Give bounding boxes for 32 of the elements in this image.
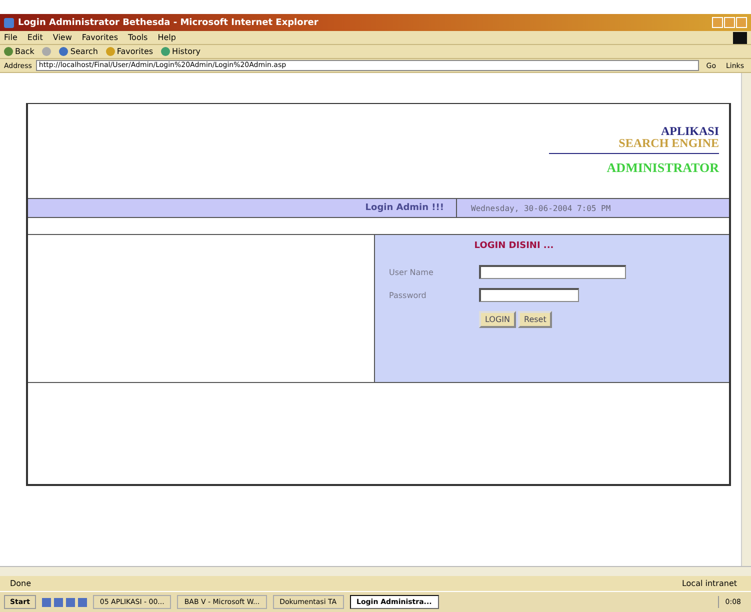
form-button[interactable]: LOGIN (479, 311, 516, 328)
admin-title: ADMINISTRATOR (606, 159, 719, 176)
app-title: APLIKASI (660, 126, 719, 137)
login-title: LOGIN DISINI ... (473, 241, 555, 251)
favorites-button[interactable]: Favorites (106, 47, 154, 56)
menu-item[interactable]: View (52, 33, 72, 42)
scrollbar[interactable] (741, 73, 751, 566)
back-button[interactable]: Back (4, 47, 34, 56)
menu-item[interactable]: Tools (128, 33, 148, 42)
stop-button[interactable] (42, 47, 52, 56)
scrollbar[interactable] (0, 566, 751, 576)
input-field[interactable] (479, 288, 579, 302)
menu-item[interactable]: Help (158, 33, 176, 42)
date-text: Wednesday, 30-06-2004 7:05 PM (470, 204, 612, 212)
field-label: User Name (389, 268, 434, 276)
maximize-button[interactable] (724, 17, 735, 28)
field-label: Password (389, 290, 428, 300)
app-subtitle: SEARCH ENGINE (549, 137, 719, 154)
minimize-button[interactable] (712, 17, 723, 28)
window-title: Login Administrator Bethesda - Microsoft Internet Explorer (18, 18, 320, 28)
history-button[interactable]: History (161, 47, 201, 56)
section-heading: Login Admin !!! (28, 199, 457, 217)
browser-icon (4, 18, 14, 28)
status-text: Done (10, 579, 32, 588)
close-button[interactable] (736, 17, 747, 28)
input-field[interactable] (479, 265, 626, 279)
menu-item[interactable]: Edit (27, 33, 43, 42)
zone-text: Local intranet (682, 579, 737, 588)
search-button[interactable]: Search (59, 47, 98, 56)
menu-item[interactable]: Favorites (82, 33, 118, 42)
form-button[interactable]: Reset (518, 311, 552, 328)
menu-item[interactable]: File (4, 33, 18, 42)
